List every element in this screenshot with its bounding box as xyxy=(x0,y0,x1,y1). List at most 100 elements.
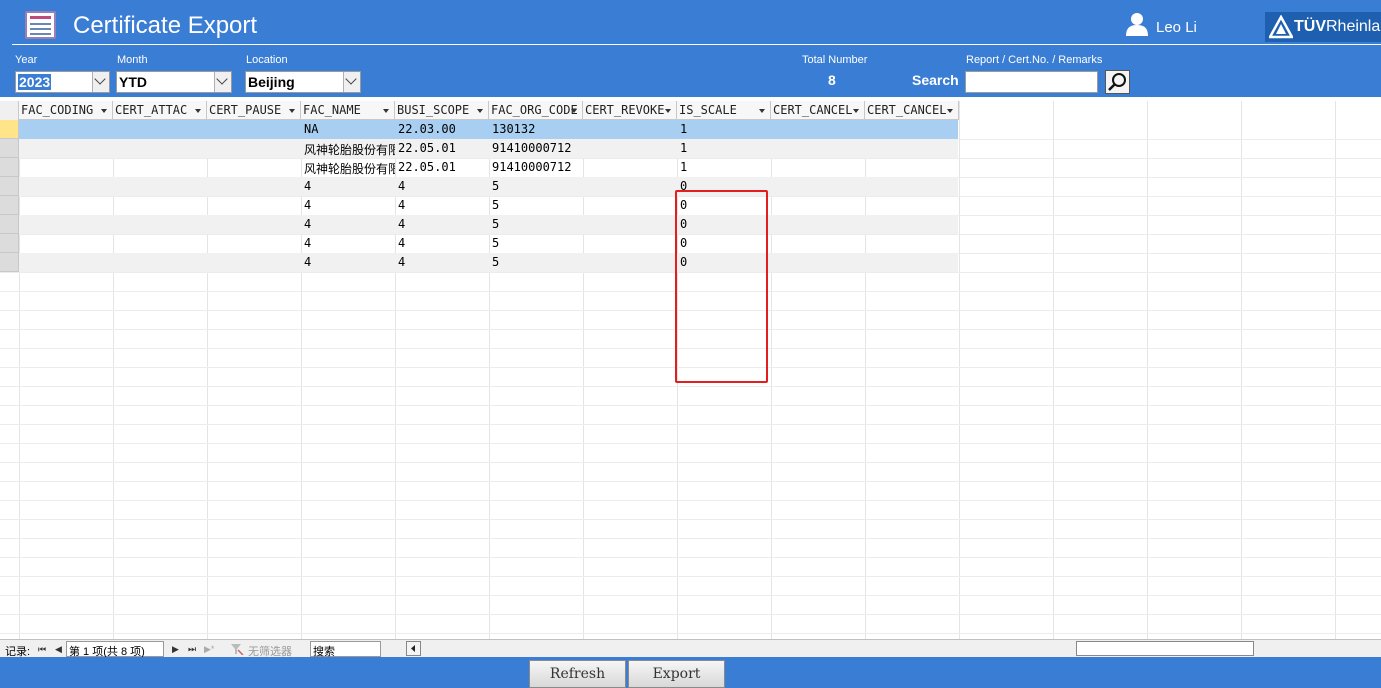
cell-busi-scope[interactable]: 22.05.01 xyxy=(395,158,489,177)
cell-fac-coding[interactable] xyxy=(19,120,113,139)
export-button[interactable]: Export xyxy=(628,660,725,688)
scroll-left-button[interactable] xyxy=(406,641,421,656)
cell-cert-pause[interactable] xyxy=(207,215,301,234)
table-row[interactable]: 风神轮胎股份有限公司22.05.0191410000712 1 xyxy=(19,139,958,158)
next-record-icon[interactable]: ▶ xyxy=(172,644,179,655)
cell-is-scale[interactable]: 1 xyxy=(677,120,771,139)
cell-fac-name[interactable]: 4 xyxy=(301,177,395,196)
column-header-fac-org-code[interactable]: FAC_ORG_CODE xyxy=(489,101,583,120)
sort-filter-arrow-icon[interactable] xyxy=(477,109,483,113)
sort-filter-arrow-icon[interactable] xyxy=(289,109,295,113)
cell-cert-cancel[interactable] xyxy=(771,253,865,272)
cell-cert-revoke[interactable] xyxy=(583,253,677,272)
cell-fac-name[interactable]: 4 xyxy=(301,215,395,234)
search-input[interactable] xyxy=(965,71,1098,93)
record-selector[interactable] xyxy=(0,234,19,253)
cell-cert-attac[interactable] xyxy=(113,234,207,253)
location-dropdown-button[interactable] xyxy=(343,72,360,92)
column-header-is-scale[interactable]: IS_SCALE xyxy=(677,101,771,120)
table-row[interactable]: 风神轮胎股份有限公司22.05.0191410000712 1 xyxy=(19,158,958,177)
sort-filter-arrow-icon[interactable] xyxy=(759,109,765,113)
cell-fac-name[interactable]: 风神轮胎股份有限公司 xyxy=(301,158,395,177)
refresh-button[interactable]: Refresh xyxy=(529,660,626,688)
column-header-busi-scope[interactable]: BUSI_SCOPE xyxy=(395,101,489,120)
search-button[interactable] xyxy=(1105,70,1130,94)
cell-cert-cancel[interactable] xyxy=(771,139,865,158)
column-header-fac-coding[interactable]: FAC_CODING xyxy=(19,101,113,120)
cell-fac-coding[interactable] xyxy=(19,215,113,234)
cell-fac-org-code[interactable]: 5 xyxy=(489,215,583,234)
column-header-cert-pause[interactable]: CERT_PAUSE xyxy=(207,101,301,120)
cell-busi-scope[interactable]: 22.05.01 xyxy=(395,139,489,158)
cell-fac-org-code[interactable]: 5 xyxy=(489,234,583,253)
column-header-cert-revoke[interactable]: CERT_REVOKE xyxy=(583,101,677,120)
sort-filter-arrow-icon[interactable] xyxy=(195,109,201,113)
cell-fac-coding[interactable] xyxy=(19,139,113,158)
sort-filter-arrow-icon[interactable] xyxy=(383,109,389,113)
month-select[interactable]: YTD xyxy=(116,71,232,93)
cell-fac-org-code[interactable]: 5 xyxy=(489,253,583,272)
first-record-icon[interactable]: ⏮ xyxy=(38,644,46,655)
sort-filter-arrow-icon[interactable] xyxy=(101,109,107,113)
table-row[interactable]: NA 22.03.00 130132 1 xyxy=(19,120,958,139)
record-selector[interactable] xyxy=(0,158,19,177)
cell-fac-org-code[interactable]: 91410000712 xyxy=(489,139,583,158)
cell-cert-cancel[interactable] xyxy=(865,120,959,139)
cell-cert-cancel[interactable] xyxy=(865,177,959,196)
cell-cert-attac[interactable] xyxy=(113,215,207,234)
previous-record-icon[interactable]: ◀ xyxy=(55,644,62,655)
cell-cert-cancel[interactable] xyxy=(865,158,959,177)
record-position-field[interactable]: 第 1 项(共 8 项) xyxy=(66,641,164,658)
cell-cert-pause[interactable] xyxy=(207,139,301,158)
cell-cert-cancel[interactable] xyxy=(865,196,959,215)
cell-busi-scope[interactable]: 4 xyxy=(395,253,489,272)
column-header-fac-name[interactable]: FAC_NAME xyxy=(301,101,395,120)
cell-cert-revoke[interactable] xyxy=(583,215,677,234)
cell-fac-name[interactable]: 4 xyxy=(301,196,395,215)
cell-cert-attac[interactable] xyxy=(113,253,207,272)
sort-filter-arrow-icon[interactable] xyxy=(665,109,671,113)
sort-filter-arrow-icon[interactable] xyxy=(947,109,953,113)
column-header-cert-attac[interactable]: CERT_ATTAC xyxy=(113,101,207,120)
cell-fac-coding[interactable] xyxy=(19,253,113,272)
cell-cert-cancel[interactable] xyxy=(771,234,865,253)
cell-cert-cancel[interactable] xyxy=(865,139,959,158)
cell-cert-pause[interactable] xyxy=(207,177,301,196)
record-selector[interactable] xyxy=(0,215,19,234)
column-header-cert-cancel[interactable]: CERT_CANCEL xyxy=(771,101,865,120)
record-selector[interactable] xyxy=(0,120,19,139)
record-selector[interactable] xyxy=(0,139,19,158)
cell-is-scale[interactable]: 1 xyxy=(677,158,771,177)
cell-busi-scope[interactable]: 4 xyxy=(395,215,489,234)
cell-cert-revoke[interactable] xyxy=(583,196,677,215)
table-row[interactable]: 4450 xyxy=(19,177,958,196)
table-row[interactable]: 4450 xyxy=(19,234,958,253)
cell-cert-cancel[interactable] xyxy=(771,177,865,196)
cell-cert-cancel[interactable] xyxy=(771,120,865,139)
table-row[interactable]: 4450 xyxy=(19,253,958,272)
location-select[interactable]: Beijing xyxy=(245,71,361,93)
cell-busi-scope[interactable]: 22.03.00 xyxy=(395,120,489,139)
cell-fac-name[interactable]: 4 xyxy=(301,234,395,253)
navigator-search-input[interactable]: 搜索 xyxy=(310,641,381,658)
cell-cert-revoke[interactable] xyxy=(583,120,677,139)
new-record-icon[interactable]: ▶* xyxy=(204,644,214,655)
cell-cert-attac[interactable] xyxy=(113,158,207,177)
record-selector[interactable] xyxy=(0,196,19,215)
year-select[interactable]: 2023 xyxy=(15,71,110,93)
cell-fac-name[interactable]: NA xyxy=(301,120,395,139)
cell-fac-org-code[interactable]: 5 xyxy=(489,177,583,196)
month-dropdown-button[interactable] xyxy=(214,72,231,92)
sort-filter-arrow-icon[interactable] xyxy=(853,109,859,113)
table-row[interactable]: 4450 xyxy=(19,196,958,215)
cell-cert-attac[interactable] xyxy=(113,120,207,139)
cell-busi-scope[interactable]: 4 xyxy=(395,234,489,253)
cell-fac-org-code[interactable]: 130132 xyxy=(489,120,583,139)
sort-filter-arrow-icon[interactable] xyxy=(571,109,577,113)
cell-fac-coding[interactable] xyxy=(19,177,113,196)
cell-busi-scope[interactable]: 4 xyxy=(395,177,489,196)
cell-fac-name[interactable]: 风神轮胎股份有限公司 xyxy=(301,139,395,158)
cell-fac-name[interactable]: 4 xyxy=(301,253,395,272)
last-record-icon[interactable]: ⏭ xyxy=(188,644,196,655)
cell-fac-coding[interactable] xyxy=(19,158,113,177)
